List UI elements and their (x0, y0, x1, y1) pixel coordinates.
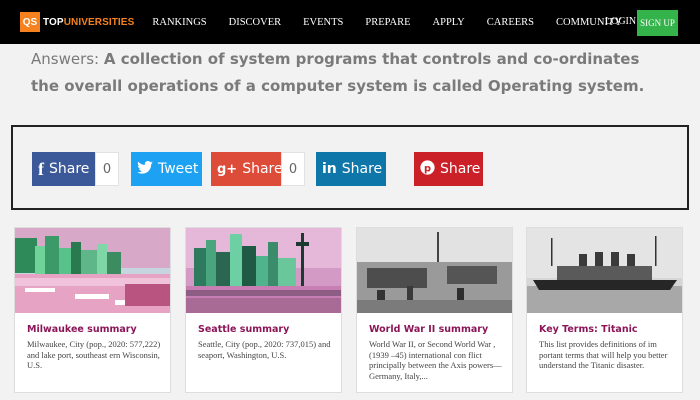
world-war-ii-image (357, 228, 512, 313)
card-milwaukee[interactable]: Milwaukee summary Milwaukee, City (pop.,… (14, 227, 171, 393)
answer-text: A collection of system programs that con… (31, 50, 645, 95)
google-plus-share-button[interactable]: g+ Share (211, 152, 283, 186)
twitter-tweet-button[interactable]: Tweet (131, 152, 202, 186)
logo-text-top: TOP (43, 16, 64, 28)
facebook-share-count: 0 (95, 152, 119, 186)
svg-text:p: p (424, 163, 431, 174)
linkedin-icon: in (322, 161, 337, 177)
card-description: World War II, or Second World War , (193… (369, 339, 502, 381)
nav-menu: RANKINGS DISCOVER EVENTS PREPARE APPLY C… (152, 17, 644, 28)
facebook-share-button[interactable]: f Share (32, 152, 95, 186)
google-plus-share-label: Share (242, 161, 283, 177)
nav-item-rankings[interactable]: RANKINGS (152, 17, 206, 28)
google-plus-share-count: 0 (281, 152, 305, 186)
pinterest-icon: p (420, 159, 435, 179)
seattle-image (186, 228, 341, 313)
nav-item-apply[interactable]: APPLY (433, 17, 465, 28)
top-navbar: QS TOPUNIVERSITIES RANKINGS DISCOVER EVE… (0, 0, 700, 44)
nav-item-prepare[interactable]: PREPARE (365, 17, 410, 28)
google-plus-icon: g+ (217, 161, 238, 177)
card-world-war-ii[interactable]: World War II summary World War II, or Se… (356, 227, 513, 393)
titanic-image (527, 228, 682, 313)
signup-button[interactable]: SIGN UP (637, 10, 678, 36)
card-title[interactable]: Milwaukee summary (27, 324, 137, 335)
card-title[interactable]: Key Terms: Titanic (539, 324, 637, 335)
share-bar: f Share 0 Tweet g+ Share 0 in Share p Sh… (11, 125, 689, 210)
nav-item-careers[interactable]: CAREERS (487, 17, 534, 28)
logo-badge: QS (20, 12, 40, 32)
card-description: Milwaukee, City (pop., 2020: 577,222) an… (27, 339, 161, 370)
card-title[interactable]: World War II summary (369, 324, 488, 335)
card-title[interactable]: Seattle summary (198, 324, 289, 335)
linkedin-share-label: Share (341, 161, 383, 177)
nav-item-events[interactable]: EVENTS (303, 17, 343, 28)
answer-block: Answers: A collection of system programs… (31, 46, 671, 100)
answer-label: Answers: (31, 50, 100, 68)
facebook-icon: f (38, 158, 44, 179)
facebook-share-label: Share (49, 161, 90, 177)
card-seattle[interactable]: Seattle summary Seattle, City (pop., 202… (185, 227, 342, 393)
pinterest-share-label: Share (440, 161, 481, 177)
logo-text-universities: UNIVERSITIES (63, 16, 135, 28)
login-link[interactable]: LOGIN (605, 16, 636, 27)
twitter-tweet-label: Tweet (158, 161, 199, 177)
card-titanic[interactable]: Key Terms: Titanic This list provides de… (526, 227, 683, 393)
logo-text: TOPUNIVERSITIES (43, 17, 134, 28)
milwaukee-image (15, 228, 170, 313)
card-description: This list provides definitions of im por… (539, 339, 668, 370)
pinterest-share-button[interactable]: p Share (414, 152, 483, 186)
site-logo[interactable]: QS TOPUNIVERSITIES (20, 12, 134, 32)
nav-item-discover[interactable]: DISCOVER (229, 17, 282, 28)
twitter-bird-icon (137, 160, 153, 178)
linkedin-share-button[interactable]: in Share (316, 152, 386, 186)
card-description: Seattle, City (pop., 2020: 737,015) and … (198, 339, 331, 360)
